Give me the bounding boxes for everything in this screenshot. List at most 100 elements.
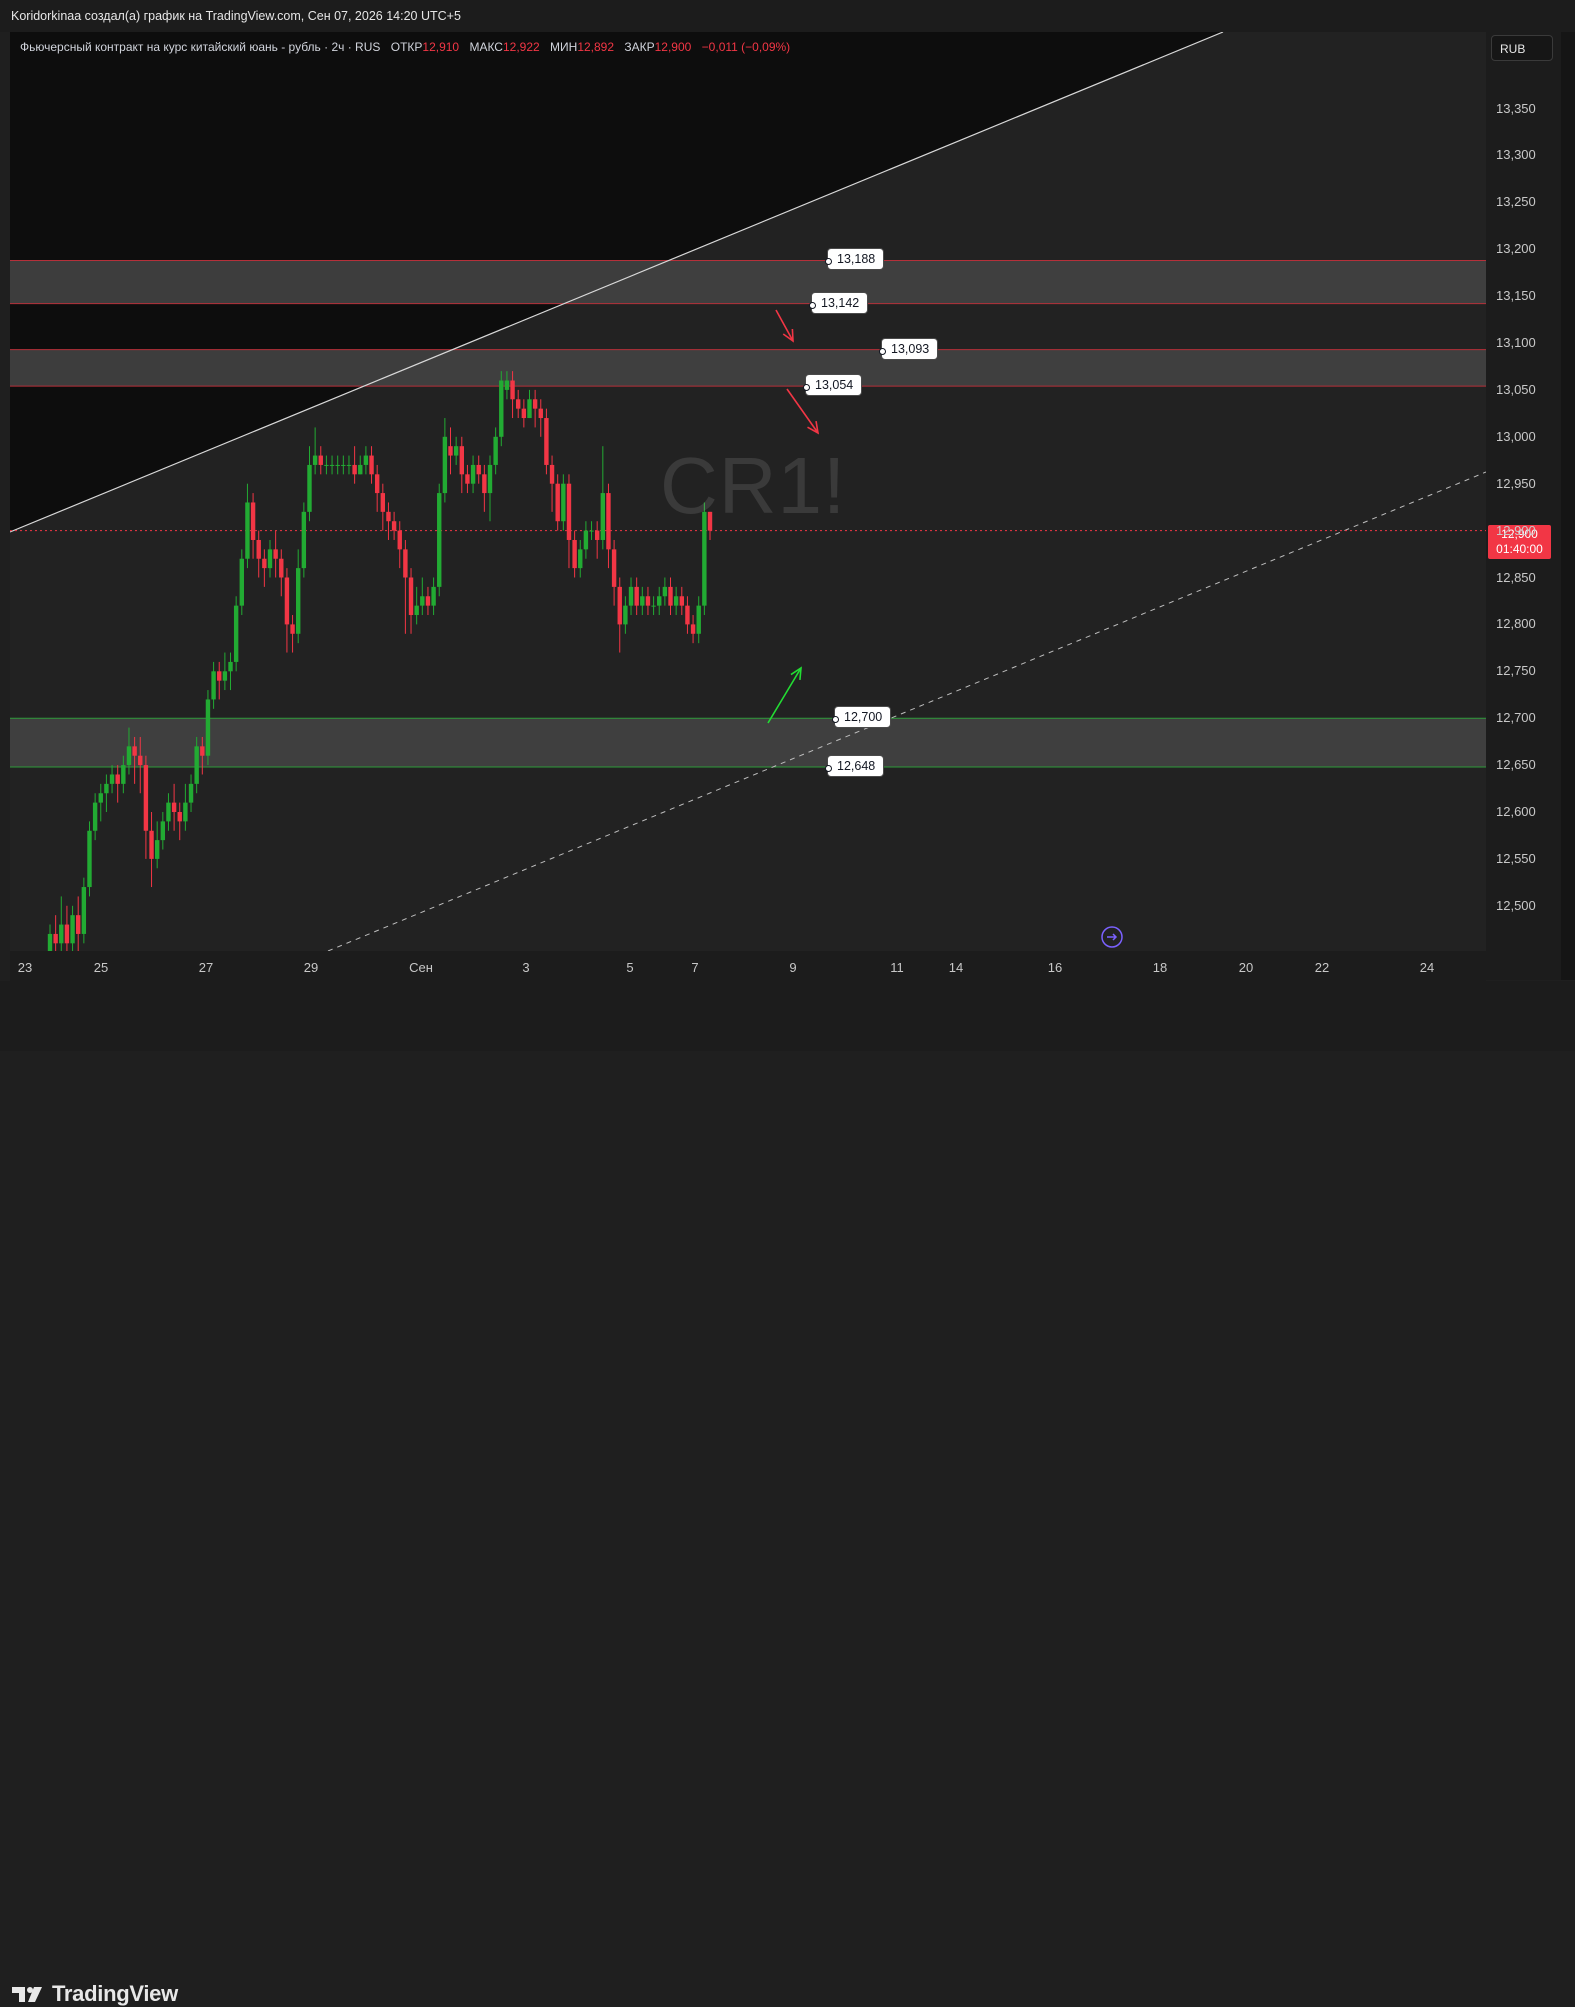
candle-body — [657, 596, 662, 606]
zone-price-label[interactable]: 13,054 — [803, 374, 863, 397]
candle-body — [521, 408, 527, 419]
price-tick-label: 12,500 — [1496, 897, 1536, 913]
candle-body — [262, 558, 267, 569]
price-tick-label: 13,350 — [1496, 100, 1536, 116]
candle-body — [425, 596, 431, 606]
candle-body — [346, 464, 352, 466]
candle-body — [583, 530, 589, 550]
time-tick-label: 25 — [93, 960, 109, 975]
zone-price-text: 13,188 — [837, 252, 876, 267]
time-tick-label: 16 — [1047, 960, 1063, 975]
time-axis[interactable] — [10, 951, 1486, 981]
candle-body — [115, 774, 120, 784]
candle-body — [363, 455, 369, 465]
time-tick-label: 27 — [198, 960, 214, 975]
time-tick-label: 24 — [1419, 960, 1435, 975]
time-tick-label: 5 — [626, 960, 634, 975]
symbol-legend: Фьючерсный контракт на курс китайский юа… — [20, 40, 790, 54]
candle-body — [437, 493, 442, 587]
zone-price-label[interactable]: 13,142 — [809, 291, 869, 314]
price-tick-label: 12,600 — [1496, 804, 1536, 819]
time-tick-label: 9 — [789, 960, 797, 975]
price-tick-label: 12,550 — [1496, 850, 1536, 866]
currency-button[interactable]: RUB — [1491, 35, 1553, 61]
time-tick-label: 11 — [890, 960, 904, 975]
arrow-up-head — [790, 666, 802, 681]
tradingview-logo[interactable]: TradingView — [12, 1981, 178, 2007]
anchor-dot-icon — [825, 764, 832, 772]
high-label: МАКС — [469, 40, 503, 54]
candle-body — [673, 596, 679, 606]
zone-price-text: 12,700 — [844, 710, 883, 725]
candle-body — [374, 474, 380, 494]
candle-body — [561, 483, 566, 522]
candle-body — [679, 596, 684, 606]
candle-body — [324, 464, 329, 466]
price-tick-label: 13,200 — [1496, 241, 1536, 257]
candle-body — [555, 483, 560, 522]
price-axis[interactable] — [1486, 32, 1561, 980]
candle-body — [662, 586, 668, 597]
candle-body — [59, 924, 64, 944]
candle-body — [183, 802, 188, 822]
anchor-dot-icon — [879, 347, 886, 355]
time-tick-label: 18 — [1152, 960, 1168, 975]
candle-body — [442, 436, 448, 494]
candle-body — [228, 661, 233, 672]
watermark-text: CR1! — [660, 441, 847, 530]
candle-body — [205, 699, 211, 756]
candle-body — [352, 464, 357, 475]
zone-price-label[interactable]: 13,188 — [825, 248, 885, 271]
candle-body — [594, 530, 600, 540]
zone-1 — [10, 260, 1486, 304]
candle-body — [329, 464, 335, 466]
footer: TradingView — [0, 981, 1575, 2006]
candle-body — [318, 455, 323, 465]
candle-body — [76, 915, 81, 934]
candle-body — [126, 746, 132, 766]
zone-price-text: 13,142 — [821, 295, 860, 310]
arrow-down-2-head — [807, 421, 820, 435]
candle-body — [549, 464, 555, 484]
candle-body — [504, 380, 510, 390]
candle-body — [420, 596, 425, 606]
candle-body — [532, 399, 538, 409]
zone-price-label[interactable]: 12,648 — [825, 754, 885, 777]
candle-body — [138, 755, 143, 766]
time-tick-label: 22 — [1314, 960, 1330, 975]
scroll-to-realtime-icon[interactable] — [1101, 926, 1123, 948]
candle-body — [273, 549, 278, 559]
price-tick-label: 12,900 — [1496, 522, 1536, 538]
candle-body — [301, 511, 307, 569]
time-tick-label: 3 — [522, 960, 530, 975]
candle-body — [606, 493, 611, 550]
time-tick-label: Сен — [409, 960, 433, 975]
candle-body — [640, 596, 645, 606]
candle-body — [453, 446, 459, 456]
candle-body — [369, 455, 374, 475]
price-tick-label: 13,150 — [1496, 288, 1536, 304]
close-label: ЗАКР — [624, 40, 655, 54]
price-tick-label: 13,050 — [1496, 381, 1536, 397]
candle-body — [53, 933, 58, 944]
candle-body — [510, 380, 515, 400]
lower-trendline — [327, 471, 1486, 951]
zone-2 — [10, 349, 1486, 387]
candle-body — [154, 840, 160, 859]
candle-body — [465, 474, 470, 484]
candle-body — [634, 586, 639, 606]
arrow-down-1-shaft — [775, 309, 794, 342]
candle-body — [121, 765, 126, 784]
candle-body — [651, 605, 656, 607]
candle-body — [233, 605, 239, 662]
anchor-dot-icon — [803, 384, 810, 392]
candle-body — [104, 783, 109, 794]
close-value: 12,900 — [654, 40, 692, 54]
anchor-dot-icon — [825, 258, 832, 266]
zone-price-label[interactable]: 12,700 — [832, 706, 892, 729]
candle-body — [284, 577, 290, 625]
price-tick-label: 12,750 — [1496, 663, 1536, 679]
anchor-dot-icon — [809, 301, 816, 309]
zone-price-label[interactable]: 13,093 — [879, 337, 939, 360]
last-price-countdown: 01:40:00 — [1496, 542, 1543, 556]
